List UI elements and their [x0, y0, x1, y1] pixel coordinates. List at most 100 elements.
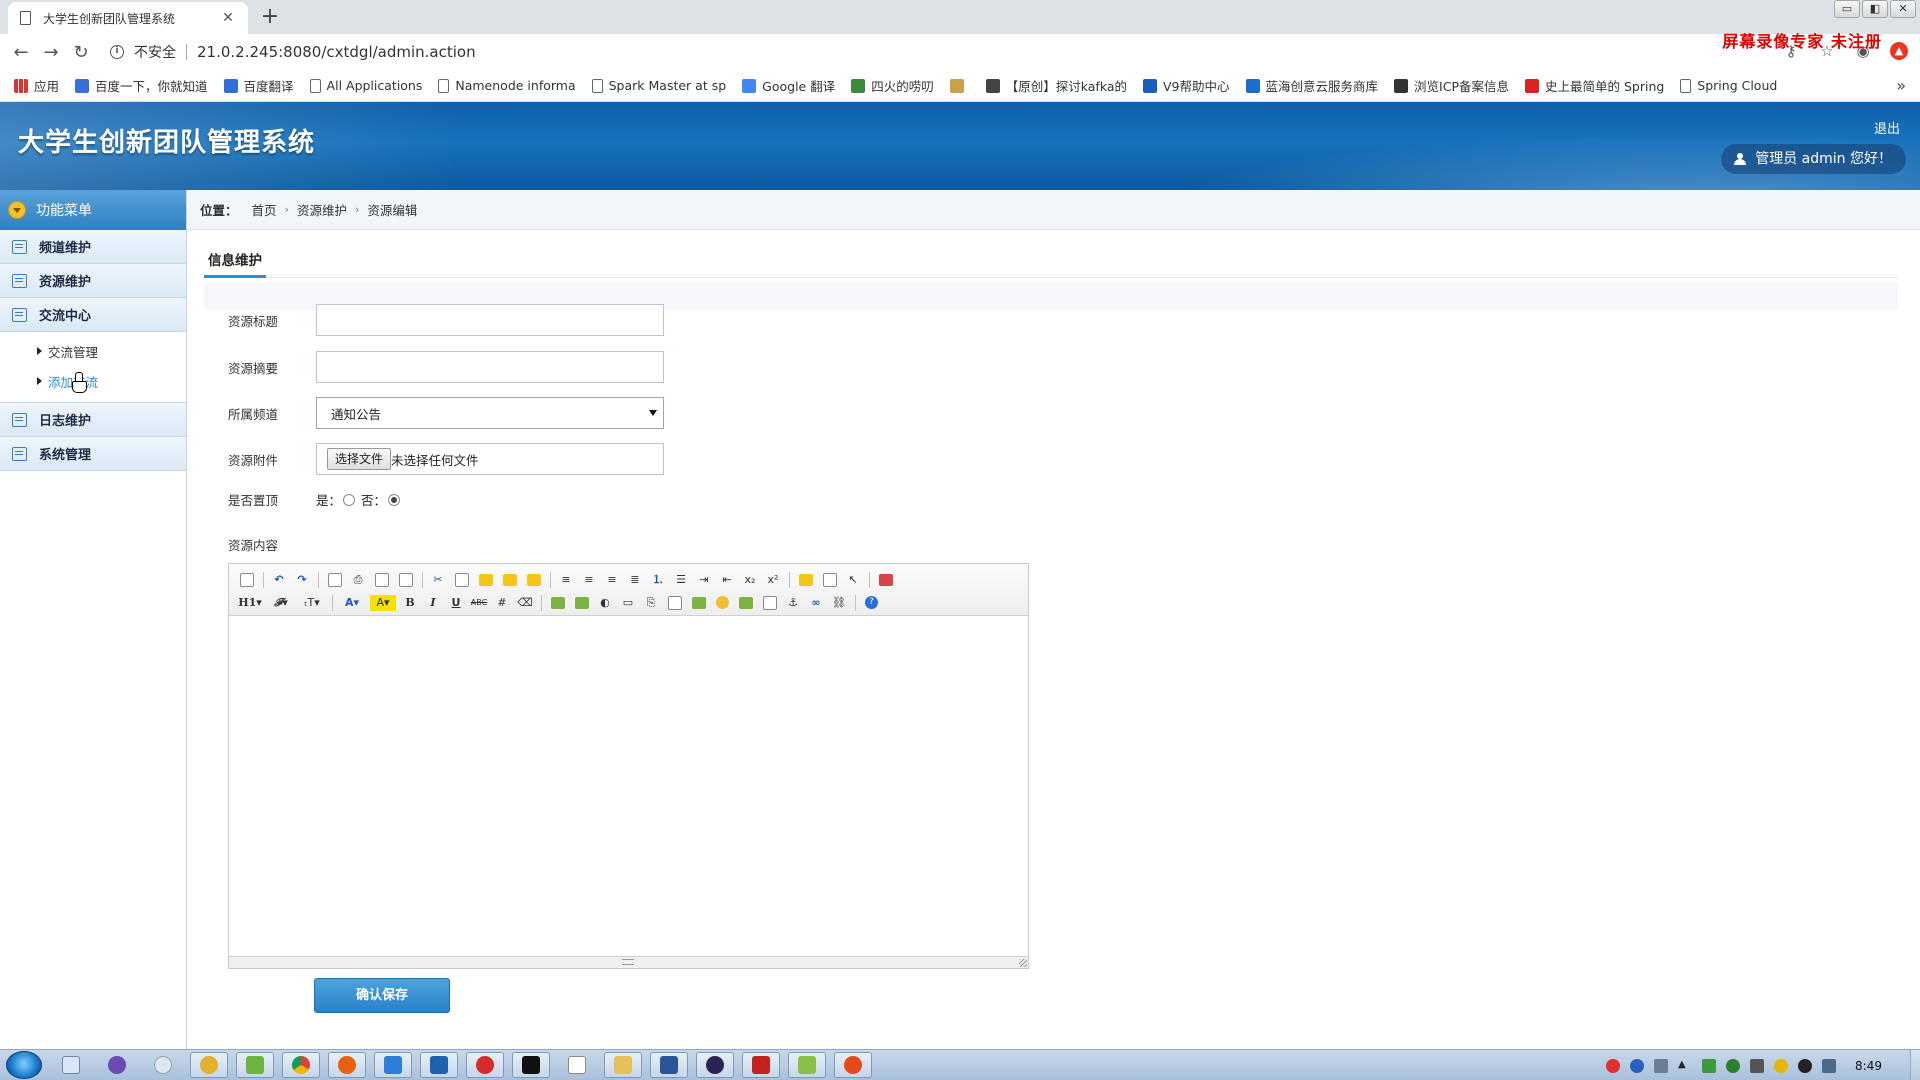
- taskbar-item-app2[interactable]: [236, 1052, 274, 1078]
- taskbar-item-app3[interactable]: [834, 1052, 872, 1078]
- sidebar-item-resource[interactable]: 资源维护: [0, 264, 186, 298]
- bookmark-namenode[interactable]: Namenode informa: [438, 78, 576, 93]
- minimize-button[interactable]: ▭: [1834, 0, 1860, 18]
- tab-info[interactable]: 信息维护: [204, 248, 266, 278]
- save-button[interactable]: 确认保存: [314, 978, 450, 1013]
- bookmarks-more-icon[interactable]: »: [1896, 76, 1906, 95]
- sidebar-item-channel[interactable]: 频道维护: [0, 230, 186, 264]
- bookmark-image[interactable]: [949, 78, 970, 93]
- bookmark-kafka[interactable]: 【原创】探讨kafka的: [985, 76, 1127, 95]
- redo-icon[interactable]: ↷: [293, 572, 311, 588]
- bookmark-spring-cloud[interactable]: Spring Cloud: [1680, 78, 1777, 93]
- taskbar-item-chrome[interactable]: [282, 1052, 320, 1078]
- help-tray-icon[interactable]: [1630, 1058, 1645, 1073]
- sidebar-subitem-add[interactable]: 添加交流: [0, 366, 186, 396]
- taskbar-item-word[interactable]: [650, 1052, 688, 1078]
- font-color-dropdown[interactable]: A▾: [339, 595, 365, 611]
- paste-icon[interactable]: [479, 573, 493, 586]
- browser-tab[interactable]: 大学生创新团队管理系统 ✕: [8, 2, 248, 34]
- taskbar-item-search[interactable]: [144, 1052, 182, 1078]
- tab-close-icon[interactable]: ✕: [220, 10, 236, 26]
- breadcrumb-home[interactable]: 首页: [252, 200, 277, 219]
- strikethrough-button[interactable]: ABC: [470, 595, 488, 611]
- align-right-icon[interactable]: ≡: [603, 572, 621, 588]
- back-button[interactable]: ←: [6, 42, 36, 63]
- clock[interactable]: 8:49: [1855, 1059, 1882, 1073]
- align-center-icon[interactable]: ≡: [580, 572, 598, 588]
- grid-icon[interactable]: #: [493, 595, 511, 611]
- channel-select[interactable]: 通知公告: [316, 397, 664, 429]
- extension-icon[interactable]: ▲: [1890, 42, 1908, 60]
- page-break-icon[interactable]: [763, 595, 777, 610]
- align-left-icon[interactable]: ≡: [557, 572, 575, 588]
- horizontal-rule-icon[interactable]: [692, 596, 706, 609]
- volume-icon[interactable]: [1750, 1058, 1765, 1073]
- taskbar-item-explorer[interactable]: [604, 1052, 642, 1078]
- omnibox[interactable]: i 不安全 21.0.2.245:8080/cxtdgl/admin.actio…: [110, 38, 476, 66]
- logout-link[interactable]: 退出: [1874, 118, 1900, 137]
- copy-icon[interactable]: [455, 572, 469, 587]
- taskbar-item-notepad[interactable]: [558, 1052, 596, 1078]
- bookmark-icp[interactable]: 浏览ICP备案信息: [1394, 76, 1509, 95]
- network-tray-icon[interactable]: [1726, 1058, 1741, 1073]
- source-icon[interactable]: [240, 572, 254, 587]
- print-icon[interactable]: ⎙: [349, 572, 367, 588]
- choose-file-button[interactable]: 选择文件: [327, 448, 392, 470]
- editor-content-area[interactable]: [229, 616, 1028, 956]
- resize-grip-icon[interactable]: [622, 959, 634, 965]
- security-tray-icon[interactable]: [1774, 1058, 1789, 1073]
- sogou-icon[interactable]: [1606, 1058, 1621, 1073]
- bookmark-apps[interactable]: 应用: [14, 76, 59, 95]
- resize-handle-icon[interactable]: [1019, 959, 1027, 967]
- justify-icon[interactable]: ≣: [626, 572, 644, 588]
- ordered-list-icon[interactable]: ⒈: [649, 572, 667, 588]
- battery-icon[interactable]: [1702, 1058, 1717, 1073]
- reload-button[interactable]: ↻: [66, 42, 96, 63]
- template-icon[interactable]: [375, 572, 389, 587]
- qq-icon[interactable]: [1798, 1058, 1813, 1073]
- info-circle-icon[interactable]: i: [110, 45, 124, 59]
- indent-icon[interactable]: ⇥: [695, 572, 713, 588]
- taskbar-item-editor[interactable]: [788, 1052, 826, 1078]
- select-all-icon[interactable]: [823, 572, 837, 587]
- bookmark-spring[interactable]: 史上最简单的 Spring: [1524, 76, 1664, 95]
- eraser-icon[interactable]: ⌫: [516, 595, 534, 611]
- highlight-dropdown[interactable]: A▾: [370, 594, 396, 611]
- taskbar-item-app1[interactable]: [190, 1052, 228, 1078]
- taskbar-item-eclipse[interactable]: [696, 1052, 734, 1078]
- top-no-radio[interactable]: [388, 493, 401, 506]
- sidebar-header[interactable]: 功能菜单: [0, 190, 186, 230]
- link-icon[interactable]: ∞: [807, 595, 825, 611]
- forward-button[interactable]: →: [36, 42, 66, 63]
- start-button[interactable]: [6, 1051, 42, 1079]
- show-desktop-button[interactable]: [1910, 1050, 1920, 1080]
- unlink-icon[interactable]: ⛓: [830, 595, 848, 611]
- taskbar-item-recorder[interactable]: [466, 1052, 504, 1078]
- flash-icon[interactable]: ◐: [596, 595, 614, 611]
- table-icon[interactable]: [668, 595, 682, 610]
- sidebar-item-system[interactable]: 系统管理: [0, 437, 186, 471]
- taskbar-item-window[interactable]: [420, 1052, 458, 1078]
- superscript-icon[interactable]: x²: [764, 572, 782, 588]
- breadcrumb-resource[interactable]: 资源维护: [297, 200, 347, 219]
- bookmark-all-applications[interactable]: All Applications: [309, 78, 422, 93]
- bookmark-baidu[interactable]: 百度一下，你就知道: [75, 76, 208, 95]
- select-icon[interactable]: ↖: [844, 572, 862, 588]
- close-window-button[interactable]: ✕: [1890, 0, 1916, 18]
- italic-button[interactable]: I: [424, 595, 442, 611]
- outdent-icon[interactable]: ⇤: [718, 572, 736, 588]
- summary-input[interactable]: [316, 351, 664, 383]
- title-input[interactable]: [316, 304, 664, 336]
- sidebar-item-exchange[interactable]: 交流中心: [0, 298, 186, 332]
- sidebar-item-log[interactable]: 日志维护: [0, 403, 186, 437]
- undo-icon[interactable]: ↶: [270, 572, 288, 588]
- preview-icon[interactable]: [328, 572, 342, 587]
- insert-multi-image-icon[interactable]: [575, 596, 589, 609]
- new-tab-button[interactable]: +: [258, 4, 282, 29]
- insert-image-icon[interactable]: [551, 596, 565, 609]
- help-icon[interactable]: ?: [865, 596, 878, 609]
- taskbar-item-chat[interactable]: [374, 1052, 412, 1078]
- font-family-dropdown[interactable]: 𝓕▾: [268, 595, 294, 611]
- bookmark-lanhai[interactable]: 蓝海创意云服务商库: [1245, 76, 1378, 95]
- unordered-list-icon[interactable]: ☰: [672, 572, 690, 588]
